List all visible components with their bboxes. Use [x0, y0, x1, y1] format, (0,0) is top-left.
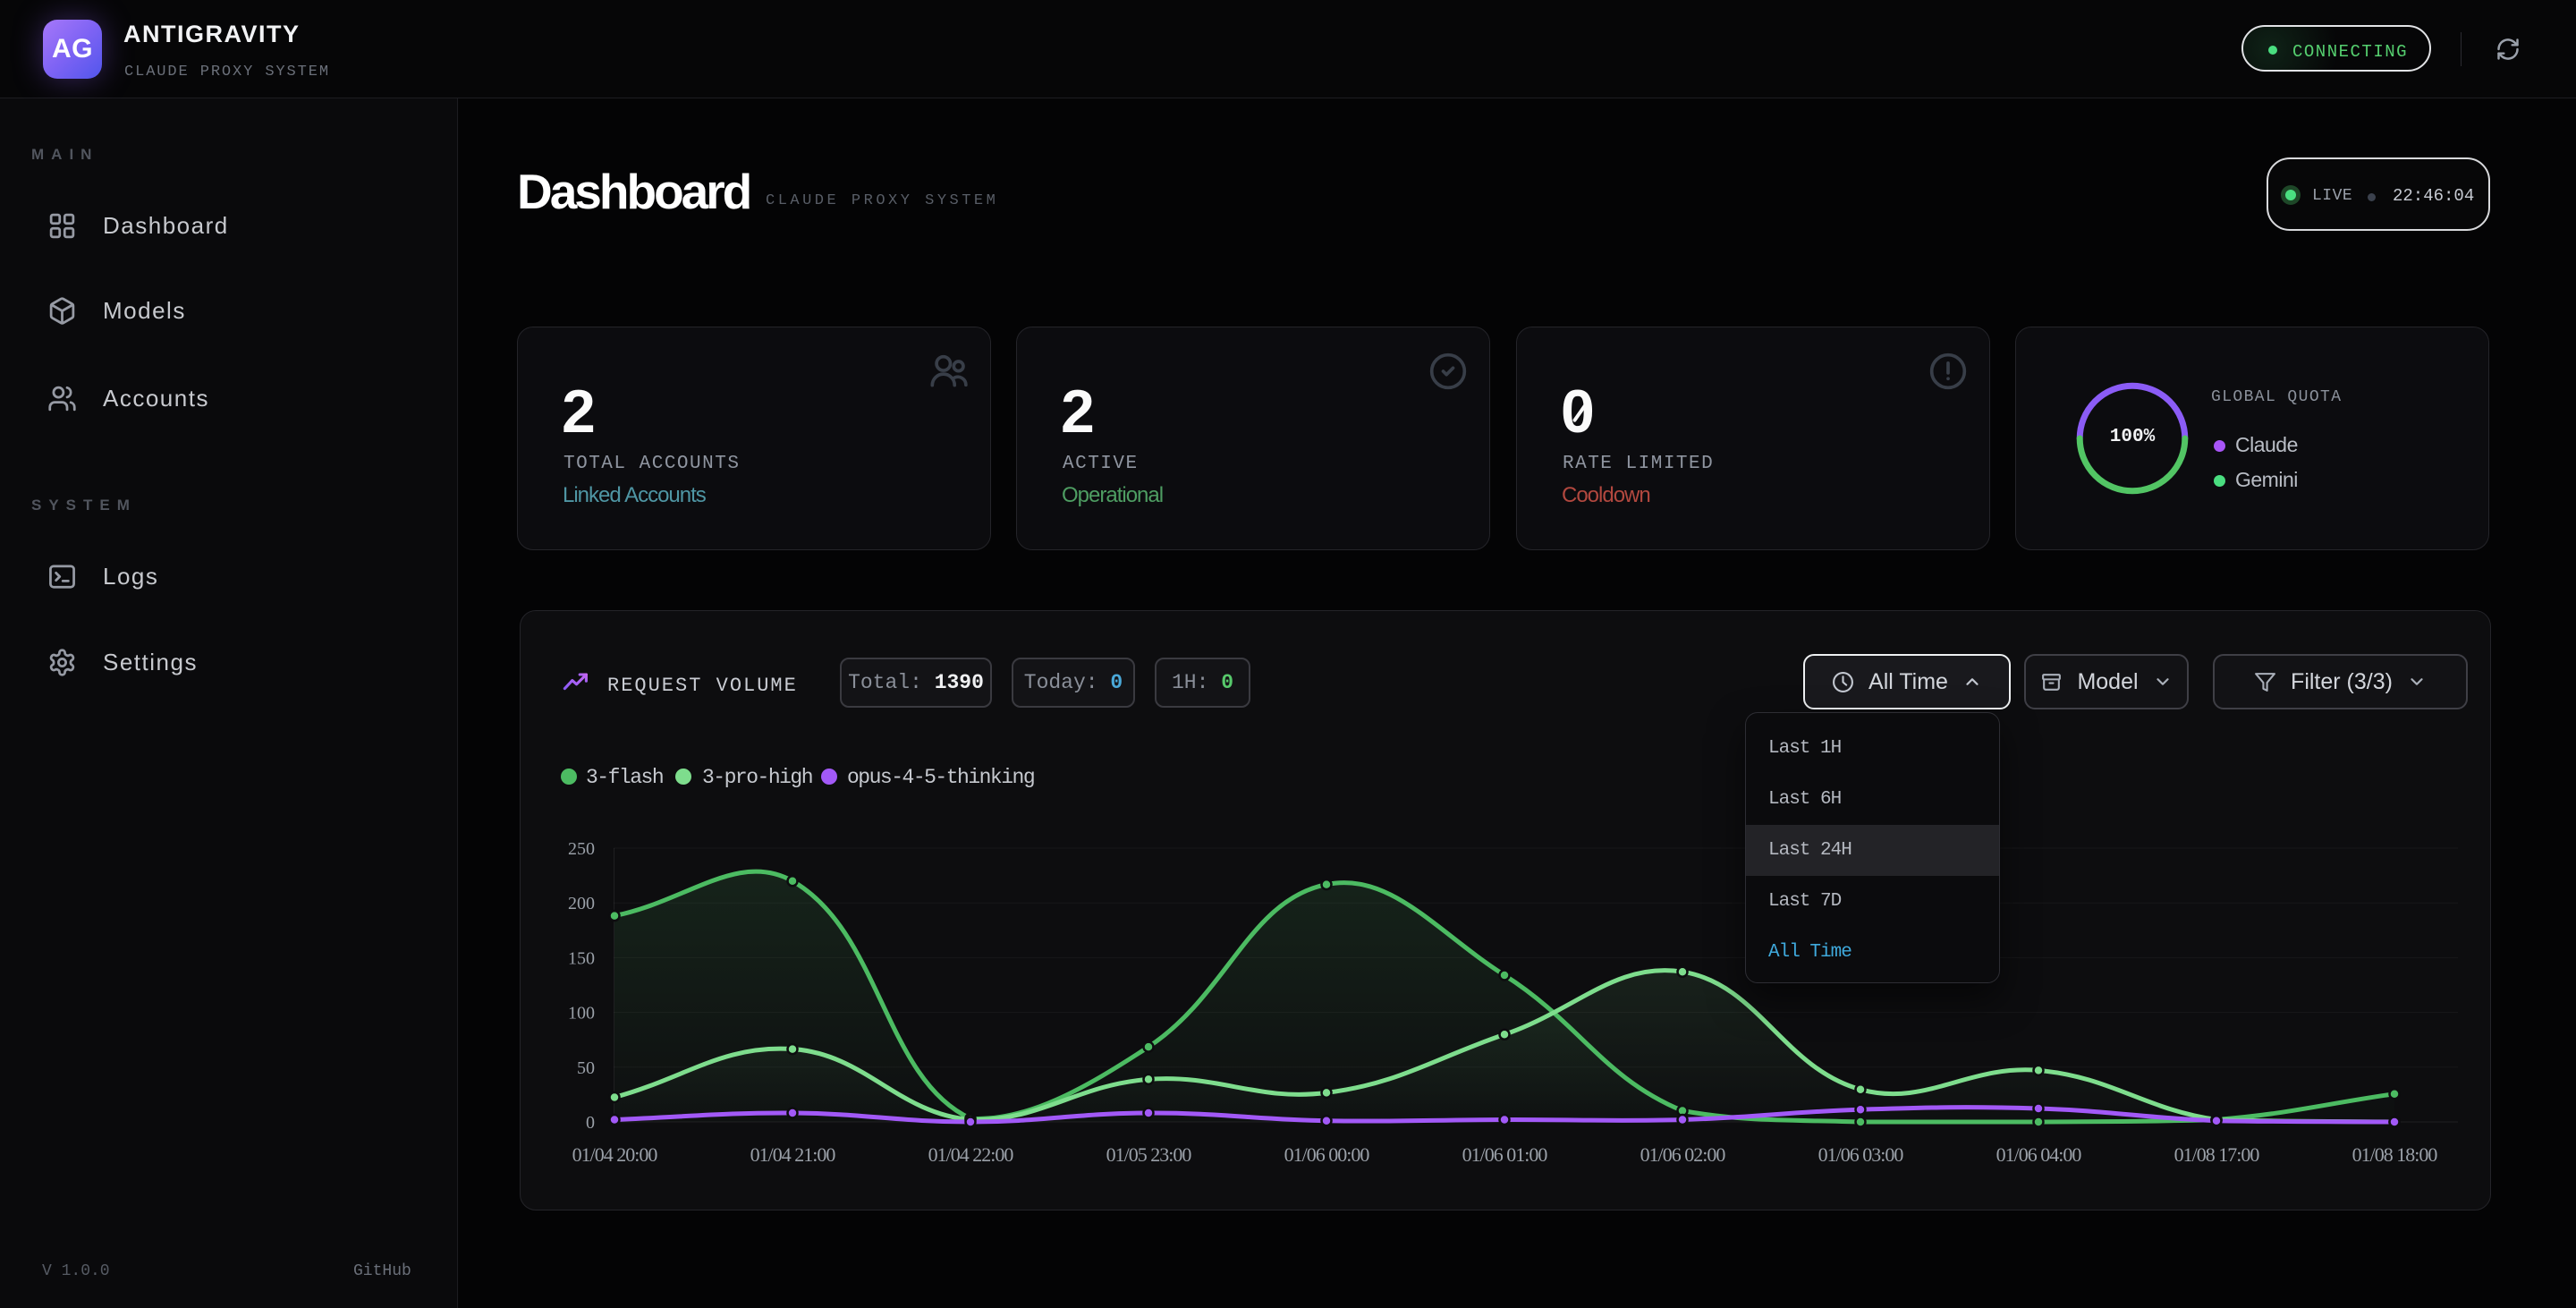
svg-text:01/06 00:00: 01/06 00:00	[1284, 1143, 1370, 1166]
svg-text:50: 50	[577, 1058, 595, 1078]
svg-text:01/08 17:00: 01/08 17:00	[2174, 1143, 2260, 1166]
svg-text:01/06 02:00: 01/06 02:00	[1640, 1143, 1726, 1166]
svg-text:01/05 23:00: 01/05 23:00	[1106, 1143, 1192, 1166]
svg-text:150: 150	[568, 948, 595, 968]
svg-text:250: 250	[568, 839, 595, 859]
svg-text:0: 0	[586, 1113, 595, 1133]
svg-text:01/06 03:00: 01/06 03:00	[1818, 1143, 1904, 1166]
svg-text:01/08 18:00: 01/08 18:00	[2352, 1143, 2438, 1166]
svg-text:01/06 01:00: 01/06 01:00	[1462, 1143, 1548, 1166]
svg-text:01/04 20:00: 01/04 20:00	[572, 1143, 658, 1166]
svg-text:100: 100	[568, 1004, 595, 1023]
svg-text:01/06 04:00: 01/06 04:00	[1996, 1143, 2082, 1166]
svg-text:200: 200	[568, 894, 595, 913]
svg-text:01/04 21:00: 01/04 21:00	[750, 1143, 836, 1166]
svg-text:01/04 22:00: 01/04 22:00	[928, 1143, 1014, 1166]
